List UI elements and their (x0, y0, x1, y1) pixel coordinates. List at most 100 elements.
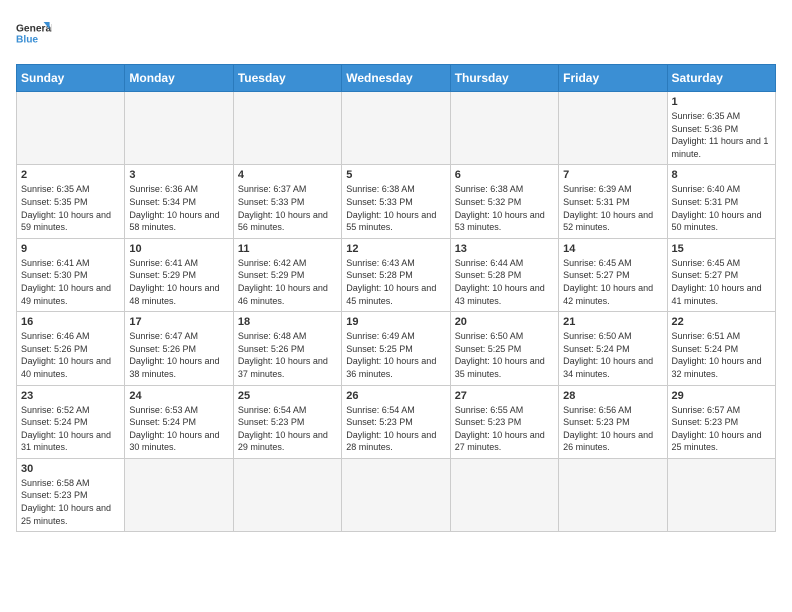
calendar-cell: 1Sunrise: 6:35 AMSunset: 5:36 PMDaylight… (667, 92, 775, 165)
calendar-cell: 19 Sunrise: 6:49 AMSunset: 5:25 PMDayligh… (342, 312, 450, 385)
day-info: Sunrise: 6:42 AMSunset: 5:29 PMDaylight:… (238, 257, 337, 307)
calendar-cell: 23 Sunrise: 6:52 AMSunset: 5:24 PMDayligh… (17, 385, 125, 458)
calendar-cell: 8 Sunrise: 6:40 AMSunset: 5:31 PMDaylight… (667, 165, 775, 238)
day-number: 16 (21, 316, 120, 328)
day-info: Sunrise: 6:36 AMSunset: 5:34 PMDaylight:… (129, 183, 228, 233)
day-number: 6 (455, 169, 554, 181)
calendar-cell: 9Sunrise: 6:41 AMSunset: 5:30 PMDaylight… (17, 238, 125, 311)
calendar-table: SundayMondayTuesdayWednesdayThursdayFrid… (16, 64, 776, 532)
page-header: GeneralBlue (16, 16, 776, 52)
calendar-cell: 29Sunrise: 6:57 AMSunset: 5:23 PMDayligh… (667, 385, 775, 458)
day-info: Sunrise: 6:38 AMSunset: 5:32 PMDaylight:… (455, 183, 554, 233)
day-number: 19 (346, 316, 445, 328)
calendar-cell: 30Sunrise: 6:58 AMSunset: 5:23 PMDayligh… (17, 458, 125, 531)
calendar-cell (450, 458, 558, 531)
day-info: Sunrise: 6:52 AMSunset: 5:24 PMDaylight:… (21, 404, 120, 454)
day-number: 10 (129, 243, 228, 255)
day-number: 13 (455, 243, 554, 255)
calendar-cell (667, 458, 775, 531)
calendar-cell (125, 458, 233, 531)
day-info: Sunrise: 6:41 AMSunset: 5:30 PMDaylight:… (21, 257, 120, 307)
calendar-cell (342, 458, 450, 531)
calendar-week-0: 1Sunrise: 6:35 AMSunset: 5:36 PMDaylight… (17, 92, 776, 165)
day-number: 7 (563, 169, 662, 181)
day-number: 30 (21, 463, 120, 475)
header-saturday: Saturday (667, 65, 775, 92)
day-info: Sunrise: 6:38 AMSunset: 5:33 PMDaylight:… (346, 183, 445, 233)
calendar-cell: 6 Sunrise: 6:38 AMSunset: 5:32 PMDaylight… (450, 165, 558, 238)
calendar-cell: 28 Sunrise: 6:56 AMSunset: 5:23 PMDayligh… (559, 385, 667, 458)
calendar-cell (17, 92, 125, 165)
calendar-cell: 11 Sunrise: 6:42 AMSunset: 5:29 PMDayligh… (233, 238, 341, 311)
calendar-cell: 18 Sunrise: 6:48 AMSunset: 5:26 PMDayligh… (233, 312, 341, 385)
day-info: Sunrise: 6:46 AMSunset: 5:26 PMDaylight:… (21, 330, 120, 380)
day-number: 24 (129, 390, 228, 402)
calendar-week-4: 23 Sunrise: 6:52 AMSunset: 5:24 PMDayligh… (17, 385, 776, 458)
day-info: Sunrise: 6:49 AMSunset: 5:25 PMDaylight:… (346, 330, 445, 380)
calendar-cell (233, 458, 341, 531)
header-sunday: Sunday (17, 65, 125, 92)
day-info: Sunrise: 6:50 AMSunset: 5:25 PMDaylight:… (455, 330, 554, 380)
calendar-week-2: 9Sunrise: 6:41 AMSunset: 5:30 PMDaylight… (17, 238, 776, 311)
calendar-cell: 22Sunrise: 6:51 AMSunset: 5:24 PMDayligh… (667, 312, 775, 385)
day-info: Sunrise: 6:45 AMSunset: 5:27 PMDaylight:… (563, 257, 662, 307)
calendar-cell: 14 Sunrise: 6:45 AMSunset: 5:27 PMDayligh… (559, 238, 667, 311)
day-number: 21 (563, 316, 662, 328)
day-info: Sunrise: 6:54 AMSunset: 5:23 PMDaylight:… (238, 404, 337, 454)
day-number: 20 (455, 316, 554, 328)
day-info: Sunrise: 6:48 AMSunset: 5:26 PMDaylight:… (238, 330, 337, 380)
day-info: Sunrise: 6:47 AMSunset: 5:26 PMDaylight:… (129, 330, 228, 380)
calendar-cell: 25 Sunrise: 6:54 AMSunset: 5:23 PMDayligh… (233, 385, 341, 458)
day-number: 5 (346, 169, 445, 181)
day-info: Sunrise: 6:51 AMSunset: 5:24 PMDaylight:… (672, 330, 771, 380)
calendar-cell (342, 92, 450, 165)
calendar-cell: 27Sunrise: 6:55 AMSunset: 5:23 PMDayligh… (450, 385, 558, 458)
day-number: 12 (346, 243, 445, 255)
day-number: 4 (238, 169, 337, 181)
calendar-cell (450, 92, 558, 165)
day-info: Sunrise: 6:35 AMSunset: 5:36 PMDaylight:… (672, 110, 771, 160)
calendar-cell: 5 Sunrise: 6:38 AMSunset: 5:33 PMDaylight… (342, 165, 450, 238)
day-info: Sunrise: 6:53 AMSunset: 5:24 PMDaylight:… (129, 404, 228, 454)
header-monday: Monday (125, 65, 233, 92)
logo-icon: GeneralBlue (16, 16, 52, 52)
day-number: 3 (129, 169, 228, 181)
calendar-cell: 4Sunrise: 6:37 AMSunset: 5:33 PMDaylight… (233, 165, 341, 238)
calendar-cell: 12 Sunrise: 6:43 AMSunset: 5:28 PMDayligh… (342, 238, 450, 311)
day-number: 18 (238, 316, 337, 328)
calendar-cell: 16 Sunrise: 6:46 AMSunset: 5:26 PMDayligh… (17, 312, 125, 385)
day-number: 14 (563, 243, 662, 255)
day-info: Sunrise: 6:54 AMSunset: 5:23 PMDaylight:… (346, 404, 445, 454)
day-info: Sunrise: 6:57 AMSunset: 5:23 PMDaylight:… (672, 404, 771, 454)
day-info: Sunrise: 6:44 AMSunset: 5:28 PMDaylight:… (455, 257, 554, 307)
day-info: Sunrise: 6:39 AMSunset: 5:31 PMDaylight:… (563, 183, 662, 233)
day-number: 8 (672, 169, 771, 181)
calendar-cell: 26 Sunrise: 6:54 AMSunset: 5:23 PMDayligh… (342, 385, 450, 458)
calendar-cell: 3 Sunrise: 6:36 AMSunset: 5:34 PMDaylight… (125, 165, 233, 238)
day-number: 25 (238, 390, 337, 402)
calendar-cell (125, 92, 233, 165)
calendar-cell (559, 458, 667, 531)
logo: GeneralBlue (16, 16, 52, 52)
header-thursday: Thursday (450, 65, 558, 92)
day-number: 11 (238, 243, 337, 255)
header-wednesday: Wednesday (342, 65, 450, 92)
day-number: 28 (563, 390, 662, 402)
calendar-header-row: SundayMondayTuesdayWednesdayThursdayFrid… (17, 65, 776, 92)
day-info: Sunrise: 6:43 AMSunset: 5:28 PMDaylight:… (346, 257, 445, 307)
calendar-cell (233, 92, 341, 165)
calendar-cell: 2Sunrise: 6:35 AMSunset: 5:35 PMDaylight… (17, 165, 125, 238)
header-tuesday: Tuesday (233, 65, 341, 92)
day-info: Sunrise: 6:35 AMSunset: 5:35 PMDaylight:… (21, 183, 120, 233)
day-info: Sunrise: 6:56 AMSunset: 5:23 PMDaylight:… (563, 404, 662, 454)
day-info: Sunrise: 6:40 AMSunset: 5:31 PMDaylight:… (672, 183, 771, 233)
calendar-cell: 10Sunrise: 6:41 AMSunset: 5:29 PMDayligh… (125, 238, 233, 311)
svg-text:Blue: Blue (16, 34, 38, 45)
calendar-week-1: 2Sunrise: 6:35 AMSunset: 5:35 PMDaylight… (17, 165, 776, 238)
day-number: 26 (346, 390, 445, 402)
header-friday: Friday (559, 65, 667, 92)
day-number: 23 (21, 390, 120, 402)
day-number: 15 (672, 243, 771, 255)
calendar-cell: 20 Sunrise: 6:50 AMSunset: 5:25 PMDayligh… (450, 312, 558, 385)
calendar-cell: 17Sunrise: 6:47 AMSunset: 5:26 PMDayligh… (125, 312, 233, 385)
